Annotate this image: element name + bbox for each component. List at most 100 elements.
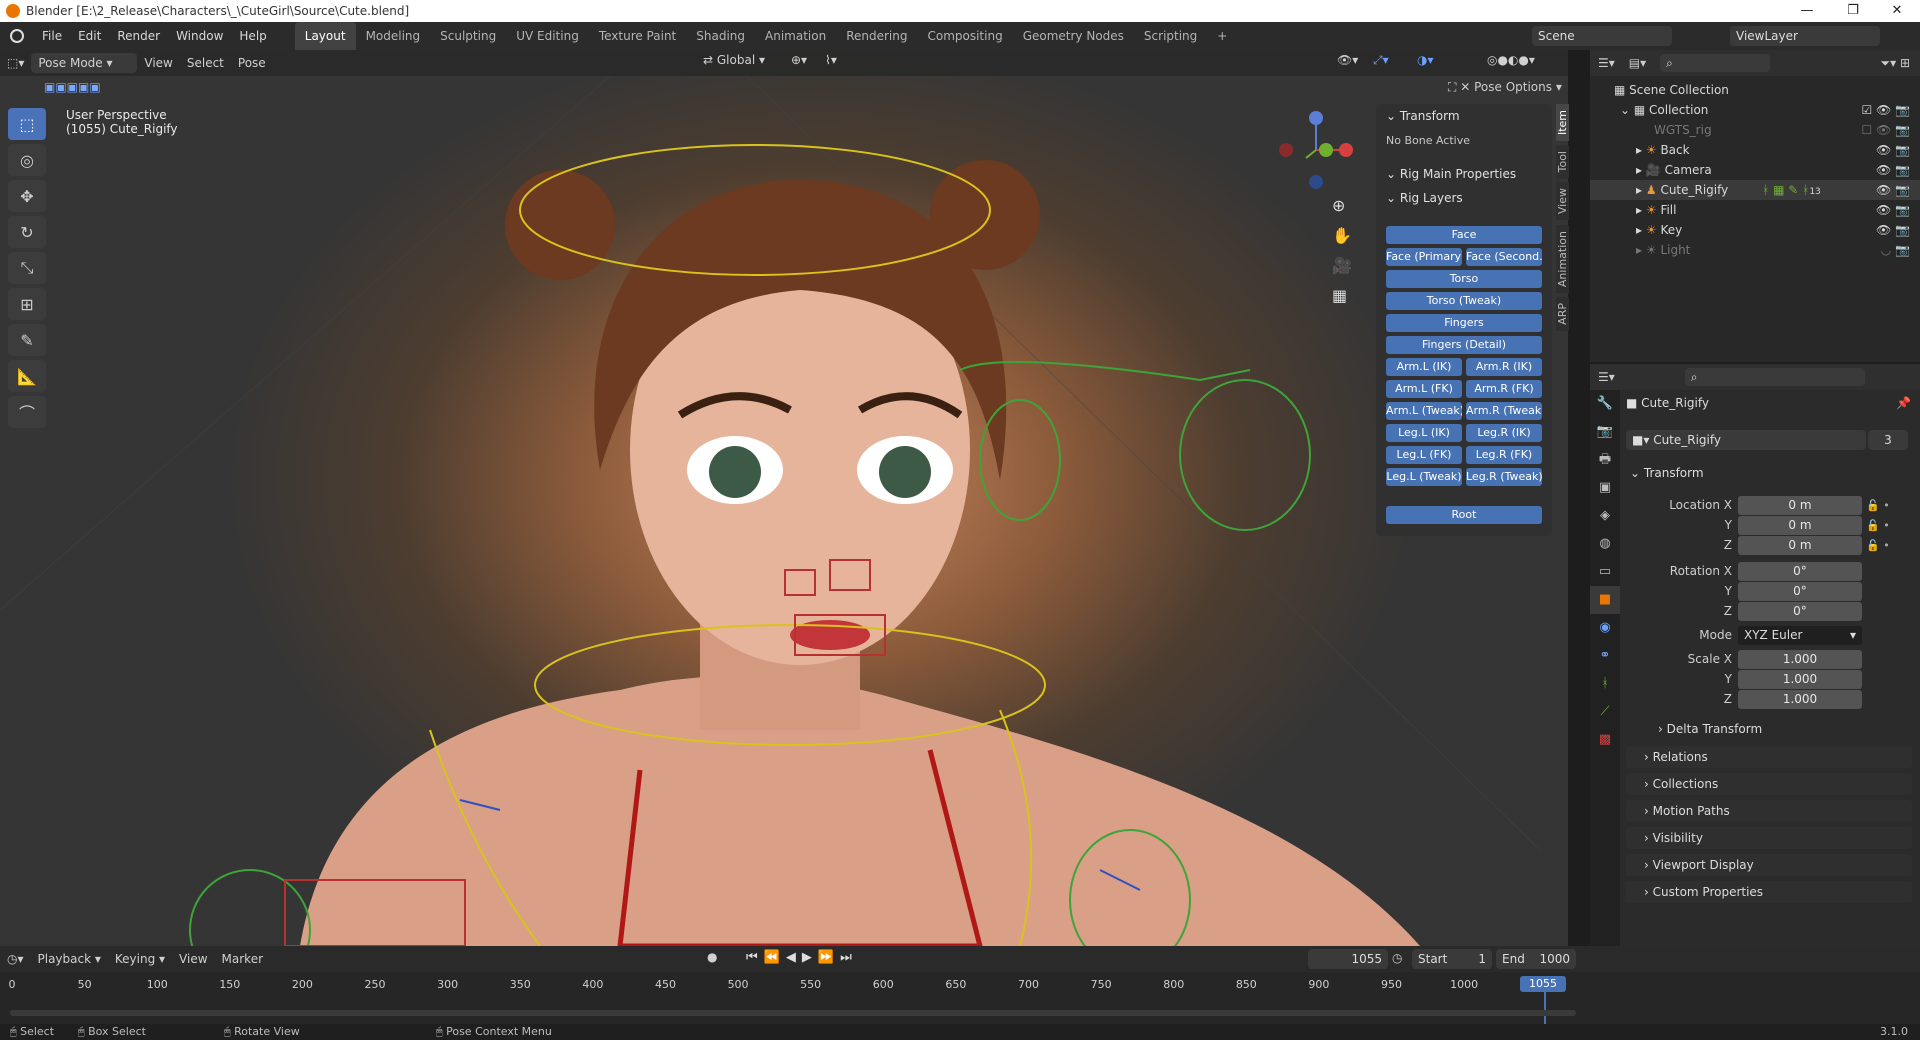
- menu-window[interactable]: Window: [168, 22, 231, 50]
- transform-tool-icon[interactable]: ⊞: [8, 288, 46, 320]
- texture-tab-icon[interactable]: ▩: [1590, 726, 1620, 754]
- menu-pose[interactable]: Pose: [231, 56, 273, 70]
- object-name-field[interactable]: ■▾ Cute_Rigify: [1626, 430, 1866, 450]
- tab-view[interactable]: View: [1556, 182, 1569, 221]
- modifier-tab-icon[interactable]: ◉: [1590, 614, 1620, 642]
- outliner-search-input[interactable]: ⌕: [1660, 54, 1771, 72]
- maximize-icon[interactable]: ❐: [1830, 0, 1876, 22]
- outliner-item-light[interactable]: ▸ ☀ Light ◡ 📷: [1590, 240, 1920, 260]
- lock-toggles[interactable]: 🔓 • 🔓 • 🔓 •: [1866, 496, 1890, 556]
- layer-leg-l-fk-button[interactable]: Leg.L (FK): [1386, 446, 1462, 464]
- timeline-scrollbar[interactable]: [10, 1010, 1576, 1016]
- object-tab-icon[interactable]: ■: [1590, 586, 1620, 614]
- mode-selector[interactable]: Pose Mode ▾: [31, 53, 138, 73]
- scene-selector[interactable]: Scene: [1532, 26, 1672, 46]
- overlay-icon[interactable]: ◑▾: [1410, 53, 1441, 67]
- motion-paths-section[interactable]: › Motion Paths: [1626, 800, 1912, 822]
- outliner-item-camera[interactable]: ▸ 🎥 Camera 👁 📷: [1590, 160, 1920, 180]
- layer-leg-l-tweak-button[interactable]: Leg.L (Tweak): [1386, 468, 1462, 486]
- minimize-icon[interactable]: —: [1784, 0, 1830, 22]
- layer-face-primary-button[interactable]: Face (Primary): [1386, 248, 1462, 266]
- menu-view[interactable]: View: [137, 56, 179, 70]
- camera-view-icon[interactable]: 🎥: [1332, 256, 1356, 286]
- record-icon[interactable]: ●: [700, 950, 724, 964]
- visibility-section[interactable]: › Visibility: [1626, 827, 1912, 849]
- bone-tab-icon[interactable]: ⟋: [1590, 698, 1620, 726]
- location-z-field[interactable]: 0 m: [1738, 536, 1862, 555]
- visibility-icon[interactable]: 👁▾: [1330, 53, 1365, 67]
- layer-torso-tweak-button[interactable]: Torso (Tweak): [1386, 292, 1542, 310]
- tab-geometry-nodes[interactable]: Geometry Nodes: [1013, 22, 1134, 50]
- layer-arm-l-tweak-button[interactable]: Arm.L (Tweak): [1386, 402, 1462, 420]
- layer-torso-button[interactable]: Torso: [1386, 270, 1542, 288]
- menu-timeline-view[interactable]: View: [172, 952, 214, 966]
- zoom-icon[interactable]: ⊕: [1332, 196, 1356, 226]
- location-x-field[interactable]: 0 m: [1738, 496, 1862, 515]
- collection-row[interactable]: ⌄ ▦ Collection ☑ 👁 📷: [1590, 100, 1920, 120]
- layer-leg-r-tweak-button[interactable]: Leg.R (Tweak): [1466, 468, 1542, 486]
- properties-editor-icon[interactable]: ☰▾: [1598, 370, 1615, 384]
- cursor-tool-icon[interactable]: ◎: [8, 144, 46, 176]
- rig-layers-header[interactable]: ⌄ Rig Layers: [1376, 186, 1552, 210]
- scene-collection-row[interactable]: ▦ Scene Collection: [1590, 80, 1920, 100]
- tab-layout[interactable]: Layout: [294, 22, 356, 50]
- tab-rendering[interactable]: Rendering: [836, 22, 917, 50]
- tab-tool[interactable]: Tool: [1556, 145, 1569, 179]
- layer-leg-l-ik-button[interactable]: Leg.L (IK): [1386, 424, 1462, 442]
- pin-icon[interactable]: 📌: [1896, 396, 1911, 410]
- measure-tool-icon[interactable]: 📐: [8, 360, 46, 392]
- menu-render[interactable]: Render: [109, 22, 168, 50]
- layer-leg-r-ik-button[interactable]: Leg.R (IK): [1466, 424, 1542, 442]
- tool-tab-icon[interactable]: 🔧: [1590, 390, 1620, 418]
- start-frame-field[interactable]: Start 1: [1412, 949, 1492, 969]
- tab-shading[interactable]: Shading: [686, 22, 755, 50]
- layer-arm-l-ik-button[interactable]: Arm.L (IK): [1386, 358, 1462, 376]
- layer-arm-r-ik-button[interactable]: Arm.R (IK): [1466, 358, 1542, 376]
- tab-scripting[interactable]: Scripting: [1134, 22, 1207, 50]
- tab-animation[interactable]: Animation: [755, 22, 836, 50]
- move-tool-icon[interactable]: ✥: [8, 180, 46, 212]
- pan-hand-icon[interactable]: ✋: [1332, 226, 1356, 256]
- rotate-tool-icon[interactable]: ↻: [8, 216, 46, 248]
- outliner-item-key[interactable]: ▸ ☀ Key 👁 📷: [1590, 220, 1920, 240]
- layer-face-secondary-button[interactable]: Face (Second...: [1466, 248, 1542, 266]
- output-tab-icon[interactable]: 🖶: [1590, 446, 1620, 474]
- relax-pose-tool-icon[interactable]: ⌒: [8, 396, 46, 428]
- current-frame-field[interactable]: 1055: [1308, 949, 1388, 969]
- transform-panel-header[interactable]: ⌄ Transform: [1376, 104, 1552, 128]
- tab-animation-side[interactable]: Animation: [1556, 224, 1569, 293]
- outliner-item-fill[interactable]: ▸ ☀ Fill 👁 📷: [1590, 200, 1920, 220]
- delta-transform-section[interactable]: › Delta Transform: [1640, 718, 1912, 740]
- orientation-selector[interactable]: ⇄ Global ▾: [696, 53, 772, 67]
- tab-texture-paint[interactable]: Texture Paint: [589, 22, 686, 50]
- blender-menu-icon[interactable]: [10, 29, 24, 43]
- scale-z-field[interactable]: 1.000: [1738, 690, 1862, 709]
- layer-face-button[interactable]: Face: [1386, 226, 1542, 244]
- layer-leg-r-fk-button[interactable]: Leg.R (FK): [1466, 446, 1542, 464]
- properties-search-input[interactable]: ⌕: [1684, 368, 1865, 386]
- layer-arm-l-fk-button[interactable]: Arm.L (FK): [1386, 380, 1462, 398]
- world-tab-icon[interactable]: ◍: [1590, 530, 1620, 558]
- gizmo-icon[interactable]: ⤢▾: [1366, 53, 1396, 68]
- layer-fingers-detail-button[interactable]: Fingers (Detail): [1386, 336, 1542, 354]
- playback-controls[interactable]: ⏮⏪◀▶⏩⏭: [746, 950, 858, 965]
- menu-edit[interactable]: Edit: [70, 22, 109, 50]
- tab-arp[interactable]: ARP: [1556, 296, 1569, 331]
- select-mode-buttons[interactable]: ▣▣▣▣▣: [44, 80, 144, 96]
- collection-toggles[interactable]: ☑ 👁 📷: [1861, 100, 1910, 120]
- rotation-z-field[interactable]: 0°: [1738, 602, 1862, 621]
- rig-main-header[interactable]: ⌄ Rig Main Properties: [1376, 162, 1552, 186]
- tab-sculpting[interactable]: Sculpting: [430, 22, 506, 50]
- menu-playback[interactable]: Playback ▾: [31, 952, 108, 966]
- tab-compositing[interactable]: Compositing: [917, 22, 1012, 50]
- filter-icon[interactable]: ⏷▾ ⊞: [1881, 56, 1911, 71]
- layer-arm-r-tweak-button[interactable]: Arm.R (Tweak): [1466, 402, 1542, 420]
- tab-item[interactable]: Item: [1556, 104, 1569, 142]
- menu-file[interactable]: File: [34, 22, 70, 50]
- layer-arm-r-fk-button[interactable]: Arm.R (FK): [1466, 380, 1542, 398]
- annotate-tool-icon[interactable]: ✎: [8, 324, 46, 356]
- outliner-item-back[interactable]: ▸ ☀ Back 👁 📷: [1590, 140, 1920, 160]
- pose-options[interactable]: ⛶ ✕ Pose Options ▾: [1448, 80, 1562, 95]
- viewlayer-selector[interactable]: ViewLayer: [1730, 26, 1880, 46]
- tab-modeling[interactable]: Modeling: [356, 22, 431, 50]
